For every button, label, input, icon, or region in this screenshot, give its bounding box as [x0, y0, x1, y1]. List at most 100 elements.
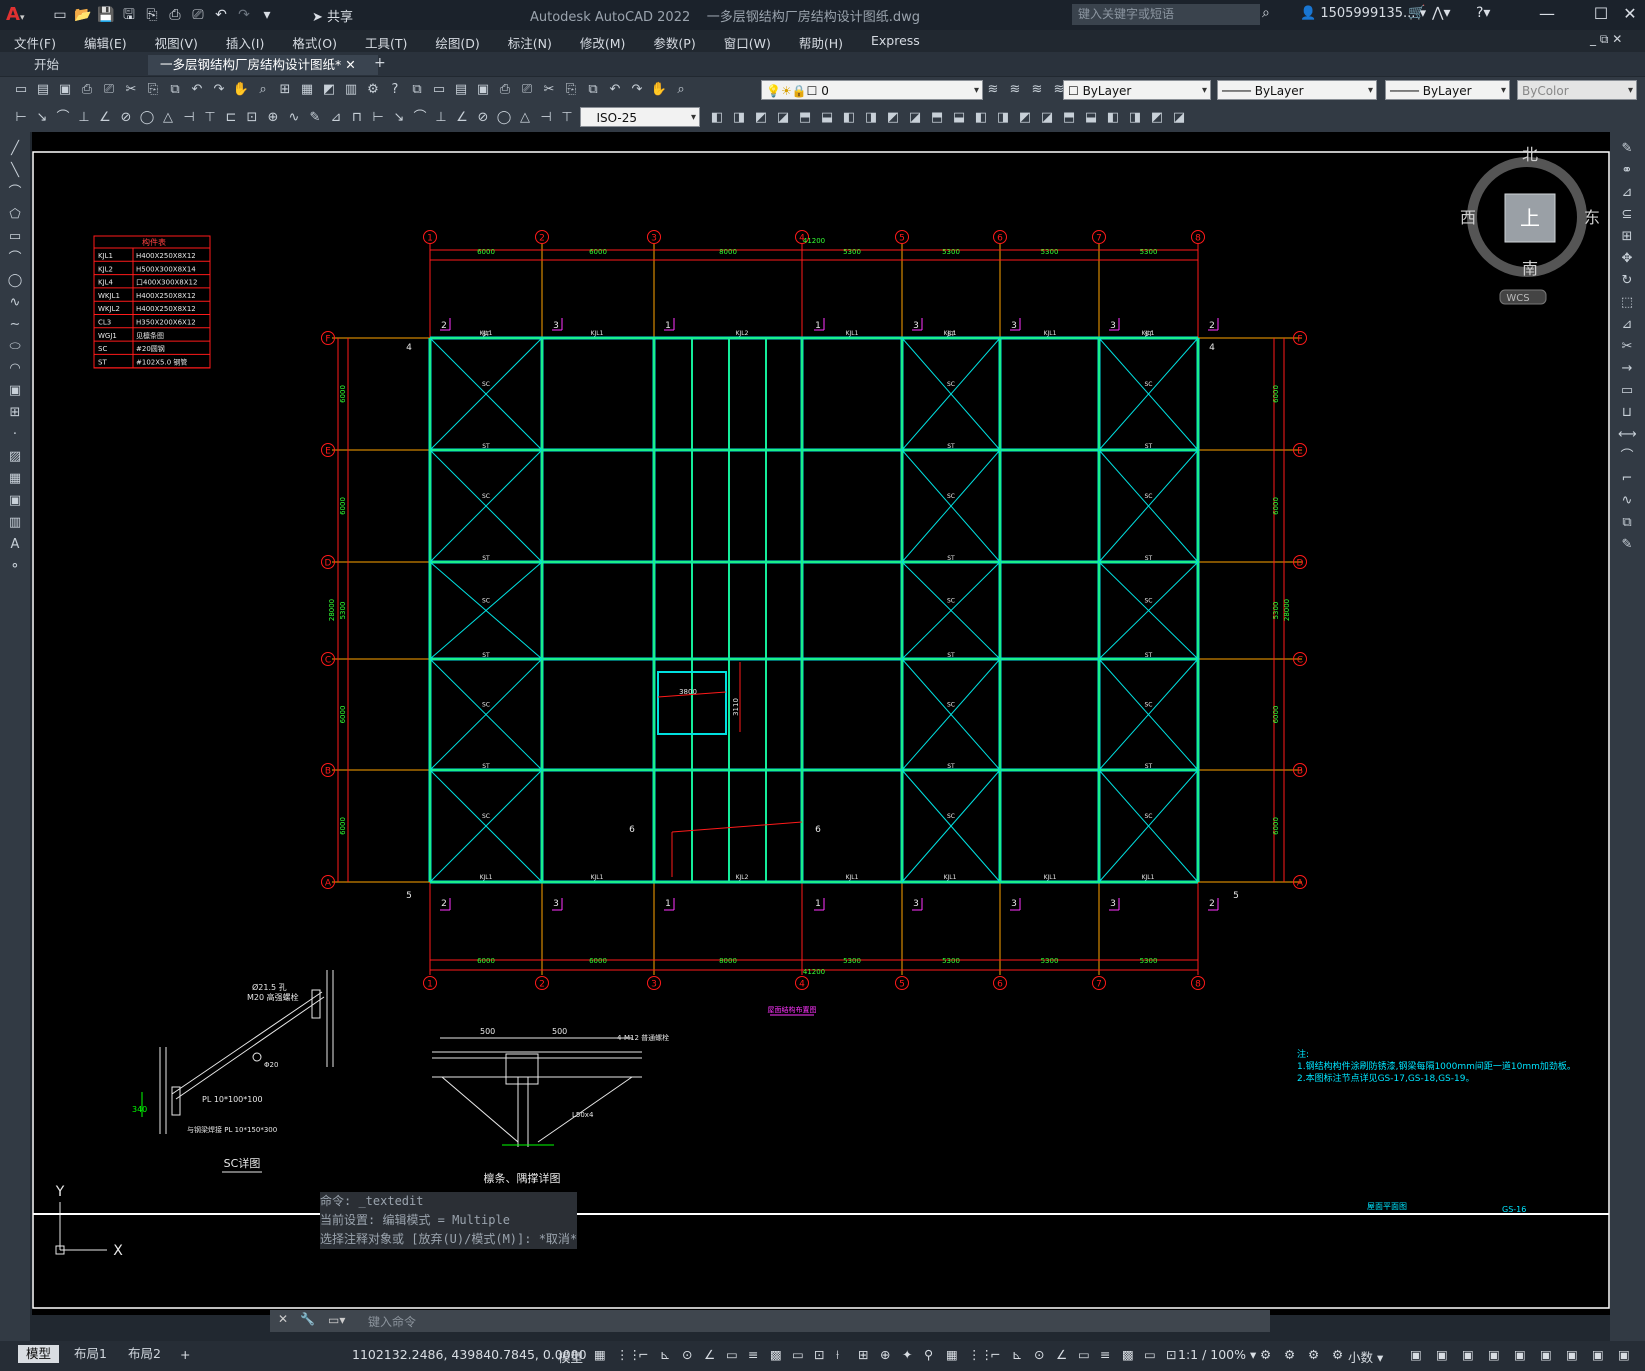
coordinates-readout[interactable]: 1102132.2486, 439840.7845, 0.0000: [352, 1347, 587, 1362]
search-input[interactable]: 键入关键字或短语: [1072, 4, 1260, 25]
plot-icon[interactable]: ⎚: [188, 5, 208, 25]
modify-tool-5-icon[interactable]: ⊞: [1618, 228, 1636, 246]
draw-tool-16-icon[interactable]: ▦: [6, 470, 24, 488]
tab-start[interactable]: 开始: [22, 55, 71, 75]
draw-tool-1-icon[interactable]: ╱: [6, 140, 24, 158]
doc-window-controls[interactable]: _ ⧉ ✕: [1590, 32, 1622, 47]
customize-command-icon[interactable]: 🔧: [300, 1312, 315, 1326]
dim-tool-5-icon[interactable]: ∠: [96, 109, 114, 127]
search-icon[interactable]: ⌕: [1262, 5, 1270, 21]
dim-tool-1-icon[interactable]: ⊢: [12, 109, 30, 127]
autodesk-app-icon[interactable]: ⋀▾: [1432, 5, 1451, 21]
view-tool-10-icon[interactable]: ◪: [906, 109, 924, 127]
modify-tool-15-icon[interactable]: ⌒: [1618, 448, 1636, 466]
modify-tool-7-icon[interactable]: ↻: [1618, 272, 1636, 290]
status-toggle-5-icon[interactable]: ⊙: [682, 1347, 692, 1362]
menu-insert[interactable]: 插入(I): [212, 30, 278, 52]
view-tool-20-icon[interactable]: ◨: [1126, 109, 1144, 127]
dim-tool-13-icon[interactable]: ⊕: [264, 109, 282, 127]
draw-tool-4-icon[interactable]: ⬠: [6, 206, 24, 224]
draw-tool-9-icon[interactable]: ∼: [6, 316, 24, 334]
menu-edit[interactable]: 编辑(E): [70, 30, 141, 52]
std-tool-11-icon[interactable]: ✋: [232, 81, 250, 99]
status-toggle-16-icon[interactable]: ⚲: [924, 1347, 933, 1362]
modify-tool-3-icon[interactable]: ⊿: [1618, 184, 1636, 202]
std-tool-2-icon[interactable]: ▤: [34, 81, 52, 99]
status-customize-icon[interactable]: ▣: [1592, 1347, 1604, 1362]
dimstyle-dropdown[interactable]: ISO-25 ▾: [580, 107, 700, 127]
menu-format[interactable]: 格式(O): [278, 30, 351, 52]
status-toggle-27-icon[interactable]: ⊡: [1166, 1347, 1176, 1362]
minimize-button[interactable]: —: [1534, 4, 1560, 26]
view-tool-4-icon[interactable]: ◪: [774, 109, 792, 127]
layer-tool-3-icon[interactable]: ≋: [1028, 81, 1046, 99]
web-save-icon[interactable]: ⎙: [165, 5, 185, 25]
menu-help[interactable]: 帮助(H): [785, 30, 857, 52]
dim-tool-17-icon[interactable]: ⊓: [348, 109, 366, 127]
status-toggle-7-icon[interactable]: ▭: [726, 1347, 738, 1362]
tab-layout1[interactable]: 布局1: [66, 1345, 115, 1363]
dim-tool-8-icon[interactable]: △: [159, 109, 177, 127]
dim-tool-23-icon[interactable]: ⊘: [474, 109, 492, 127]
std-tool-28-icon[interactable]: ↶: [606, 81, 624, 99]
command-input[interactable]: 键入命令: [368, 1313, 416, 1330]
status-setting-icon[interactable]: ⚙: [1332, 1347, 1343, 1362]
draw-tool-15-icon[interactable]: ▨: [6, 448, 24, 466]
help-icon[interactable]: ?▾: [1476, 5, 1490, 21]
drawing-canvas[interactable]: 1 1 2 2 3 3 4 4 5 5 6 6 7 7 8 8 A A B B C C D D E E F F 6000 6000 6000…: [32, 132, 1610, 1315]
redo-icon[interactable]: ↷: [234, 5, 254, 25]
status-toggle-14-icon[interactable]: ⊕: [880, 1347, 890, 1362]
std-tool-29-icon[interactable]: ↷: [628, 81, 646, 99]
status-toggle-4-icon[interactable]: ⊾: [660, 1347, 670, 1362]
draw-tool-2-icon[interactable]: ╲: [6, 162, 24, 180]
status-toggle-20-icon[interactable]: ⊾: [1012, 1347, 1022, 1362]
modify-tool-11-icon[interactable]: →: [1618, 360, 1636, 378]
modify-tool-1-icon[interactable]: ✎: [1618, 140, 1636, 158]
menu-draw[interactable]: 绘图(D): [421, 30, 493, 52]
maximize-button[interactable]: ☐: [1588, 4, 1614, 26]
model-space-toggle[interactable]: 模型: [558, 1347, 583, 1366]
modify-tool-16-icon[interactable]: ⌐: [1618, 470, 1636, 488]
menu-view[interactable]: 视图(V): [141, 30, 212, 52]
menu-modify[interactable]: 修改(M): [566, 30, 640, 52]
std-tool-4-icon[interactable]: ⎙: [78, 81, 96, 99]
status-toggle-3-icon[interactable]: ⌐: [638, 1347, 648, 1362]
dim-tool-6-icon[interactable]: ⊘: [117, 109, 135, 127]
view-tool-16-icon[interactable]: ◪: [1038, 109, 1056, 127]
dim-tool-20-icon[interactable]: ⌒: [411, 109, 429, 127]
status-customize-icon[interactable]: ▣: [1618, 1347, 1630, 1362]
close-tab-icon[interactable]: ✕: [345, 57, 355, 72]
std-tool-14-icon[interactable]: ▦: [298, 81, 316, 99]
std-tool-20-icon[interactable]: ▭: [430, 81, 448, 99]
dim-tool-27-icon[interactable]: ⊤: [558, 109, 576, 127]
recent-commands-icon[interactable]: ▭▾: [328, 1313, 345, 1327]
annotation-scale[interactable]: 1:1 / 100% ▾: [1178, 1347, 1256, 1362]
status-customize-icon[interactable]: ▣: [1488, 1347, 1500, 1362]
dim-tool-14-icon[interactable]: ∿: [285, 109, 303, 127]
std-tool-1-icon[interactable]: ▭: [12, 81, 30, 99]
status-toggle-25-icon[interactable]: ▩: [1122, 1347, 1134, 1362]
view-tool-3-icon[interactable]: ◩: [752, 109, 770, 127]
web-open-icon[interactable]: ⎘: [142, 5, 162, 25]
view-tool-8-icon[interactable]: ◨: [862, 109, 880, 127]
view-tool-9-icon[interactable]: ◩: [884, 109, 902, 127]
modify-tool-19-icon[interactable]: ✎: [1618, 536, 1636, 554]
std-tool-21-icon[interactable]: ▤: [452, 81, 470, 99]
status-toggle-22-icon[interactable]: ∠: [1056, 1347, 1067, 1362]
view-tool-5-icon[interactable]: ⬒: [796, 109, 814, 127]
dim-tool-21-icon[interactable]: ⊥: [432, 109, 450, 127]
view-tool-14-icon[interactable]: ◨: [994, 109, 1012, 127]
std-tool-23-icon[interactable]: ⎙: [496, 81, 514, 99]
std-tool-19-icon[interactable]: ⧉: [408, 81, 426, 99]
status-customize-icon[interactable]: ▣: [1410, 1347, 1422, 1362]
save-icon[interactable]: 💾: [96, 5, 116, 25]
std-tool-3-icon[interactable]: ▣: [56, 81, 74, 99]
status-customize-icon[interactable]: ▣: [1462, 1347, 1474, 1362]
draw-tool-7-icon[interactable]: ◯: [6, 272, 24, 290]
new-tab-icon[interactable]: +: [374, 55, 386, 71]
status-toggle-21-icon[interactable]: ⊙: [1034, 1347, 1044, 1362]
draw-tool-12-icon[interactable]: ▣: [6, 382, 24, 400]
dim-tool-9-icon[interactable]: ⊣: [180, 109, 198, 127]
modify-tool-6-icon[interactable]: ✥: [1618, 250, 1636, 268]
draw-tool-17-icon[interactable]: ▣: [6, 492, 24, 510]
